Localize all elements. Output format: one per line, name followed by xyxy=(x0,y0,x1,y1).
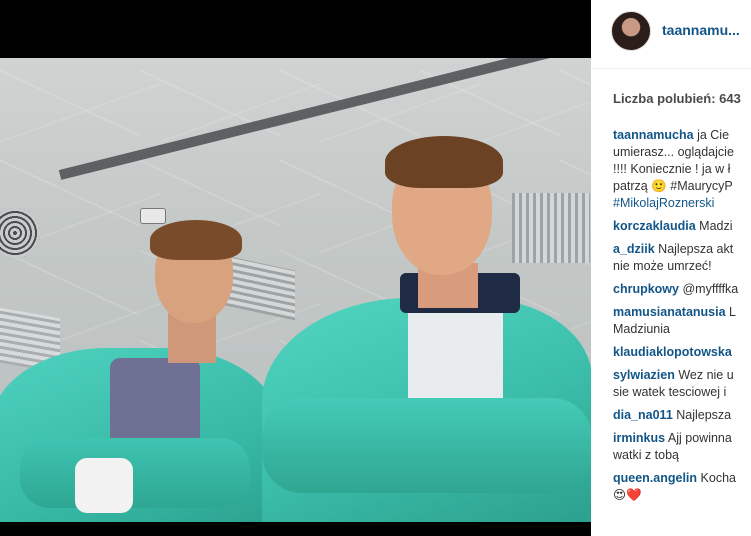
comment-username[interactable]: a_dziik xyxy=(613,242,655,256)
comment-text: Ajj powinna xyxy=(667,431,732,445)
comment-username[interactable]: irminkus xyxy=(613,431,665,445)
comment-username[interactable]: taannamucha xyxy=(613,128,694,142)
comment-text: ja Cie xyxy=(697,128,730,142)
person-left-crossed-arms xyxy=(20,438,250,508)
comment-text: Madzi xyxy=(699,219,733,233)
comment: mamusianatanusia L Madziunia xyxy=(613,304,751,338)
comment-text: !!!! Koniecznie ! ja w ł xyxy=(613,162,731,176)
comment: sylwiazien Wez nie u sie watek tesciowej… xyxy=(613,367,751,401)
comment: queen.angelin Kocha 😍❤️ xyxy=(613,470,751,504)
comments-panel: taannamu... Liczba polubień: 643 taannam… xyxy=(591,0,751,536)
comment: chrupkowy @myffffka xyxy=(613,281,751,298)
comment-username[interactable]: korczaklaudia xyxy=(613,219,696,233)
photo-panel xyxy=(0,0,591,536)
comment: korczaklaudia Madzi xyxy=(613,218,751,235)
comment-username[interactable]: dia_na011 xyxy=(613,408,673,422)
comment-text: L xyxy=(729,305,736,319)
comment: irminkus Ajj powinna watki z tobą xyxy=(613,430,751,464)
comment-text: Najlepsza xyxy=(676,408,732,422)
comment: a_dziik Najlepsza akt nie może umrzeć! xyxy=(613,241,751,275)
comment-text: sie watek tesciowej i xyxy=(613,385,727,399)
ceiling-vent-right xyxy=(512,193,590,263)
comment-text: Wez nie u xyxy=(678,368,734,382)
hashtag-link[interactable]: #MikolajRoznerski xyxy=(613,195,751,212)
comment-username[interactable]: chrupkowy xyxy=(613,282,679,296)
post-header: taannamu... xyxy=(591,0,751,69)
comment-text: nie może umrzeć! xyxy=(613,259,712,273)
comment-text: 😍❤️ xyxy=(613,488,642,502)
comment-text: @myffffka xyxy=(682,282,739,296)
comment-text: Najlepsza akt xyxy=(658,242,734,256)
person-right-shirt xyxy=(408,303,503,403)
comment-username[interactable]: sylwiazien xyxy=(613,368,675,382)
person-left-hair xyxy=(150,220,242,260)
comment: dia_na011 Najlepsza xyxy=(613,407,751,424)
avatar[interactable] xyxy=(611,11,651,51)
comment-list: taannamucha ja Cie umierasz... oglądajci… xyxy=(613,127,751,510)
comment-text: watki z tobą xyxy=(613,448,680,462)
post-username[interactable]: taannamu... xyxy=(662,22,740,38)
likes-count[interactable]: Liczba polubień: 643 xyxy=(613,91,741,106)
post-photo[interactable] xyxy=(0,58,591,522)
comment: klaudiaklopotowska xyxy=(613,344,751,361)
comment-text: patrzą 🙂 #MaurycyP xyxy=(613,179,733,193)
comment-text: umierasz... oglądajcie xyxy=(613,145,734,159)
person-right-crossed-arms xyxy=(262,398,591,493)
comment-username[interactable]: klaudiaklopotowska xyxy=(613,345,732,359)
person-right-hair xyxy=(385,136,503,188)
comment-text: Madziunia xyxy=(613,322,670,336)
comment-username[interactable]: mamusianatanusia xyxy=(613,305,726,319)
comment-text: Kocha xyxy=(700,471,736,485)
person-left-cuff xyxy=(75,458,133,513)
security-camera xyxy=(140,208,166,224)
comment: taannamucha ja Cie umierasz... oglądajci… xyxy=(613,127,751,212)
comment-username[interactable]: queen.angelin xyxy=(613,471,697,485)
